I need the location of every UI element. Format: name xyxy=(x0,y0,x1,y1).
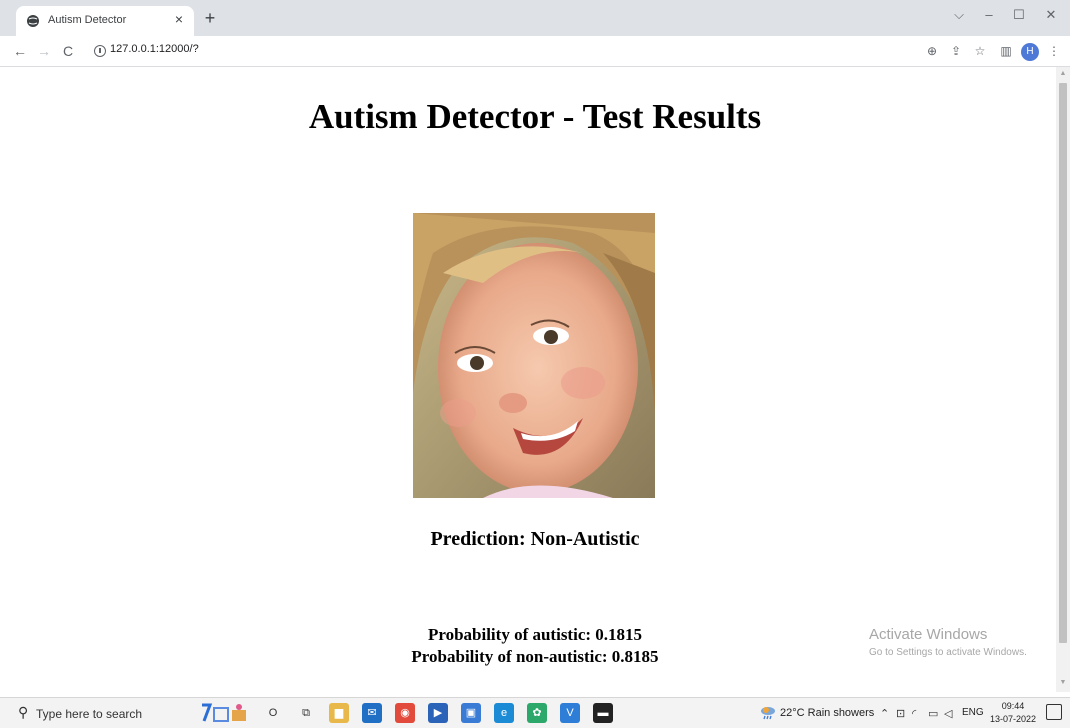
network-icon[interactable]: ⊡ xyxy=(896,707,905,720)
file-explorer-icon[interactable]: ▆ xyxy=(329,703,349,723)
watermark-line2: Go to Settings to activate Windows. xyxy=(869,647,1027,658)
scroll-up-arrow-icon[interactable]: ▲ xyxy=(1059,70,1067,78)
page-content: Autism Detector - Test Results Predictio… xyxy=(0,67,1056,692)
weather-text[interactable]: 22°C Rain showers xyxy=(780,707,874,719)
scroll-down-arrow-icon[interactable]: ▼ xyxy=(1059,679,1067,687)
language-indicator[interactable]: ENG xyxy=(962,707,984,718)
show-hidden-icons-icon[interactable]: ⌃ xyxy=(880,707,889,720)
news-interests-icon[interactable] xyxy=(196,702,254,724)
minimize-icon[interactable]: – xyxy=(974,4,1004,26)
forward-icon[interactable]: → xyxy=(34,41,54,61)
weather-rain-icon[interactable] xyxy=(760,704,776,720)
clock-time: 09:44 xyxy=(1001,701,1025,711)
store-icon[interactable]: ▣ xyxy=(461,703,481,723)
volume-icon[interactable]: ◁ xyxy=(944,707,952,720)
cortana-icon[interactable]: O xyxy=(263,703,283,723)
scrollbar-thumb[interactable] xyxy=(1059,83,1067,643)
activate-windows-watermark: Activate Windows Go to Settings to activ… xyxy=(869,626,1027,658)
vscode-icon[interactable]: V xyxy=(560,703,580,723)
tab-search-icon[interactable]: ⌵ xyxy=(944,4,974,26)
address-bar[interactable]: 127.0.0.1:12000/? xyxy=(86,40,916,62)
globe-icon xyxy=(27,15,39,27)
browser-toolbar: ← → C 127.0.0.1:12000/? ⊕ ⇪ ☆ ▥ H ⋮ xyxy=(0,36,1070,67)
battery-icon[interactable]: ▭ xyxy=(928,707,938,720)
tab-close-icon[interactable]: × xyxy=(170,10,188,28)
taskbar-search[interactable]: ⚲ Type here to search xyxy=(8,701,188,725)
side-panel-icon[interactable]: ▥ xyxy=(996,41,1016,61)
back-icon[interactable]: ← xyxy=(10,41,30,61)
terminal-icon[interactable]: ▬ xyxy=(593,703,613,723)
app-butterfly-icon[interactable]: ✿ xyxy=(527,703,547,723)
url-text: 127.0.0.1:12000/? xyxy=(110,43,199,55)
wifi-icon[interactable]: ◜ xyxy=(912,707,916,720)
edge-icon[interactable]: e xyxy=(494,703,514,723)
task-view-icon[interactable]: ⧉ xyxy=(296,703,316,723)
bookmark-star-icon[interactable]: ☆ xyxy=(970,41,990,61)
mail-icon[interactable]: ✉ xyxy=(362,703,382,723)
prediction-text: Prediction: Non-Autistic xyxy=(430,528,640,550)
child-face-photo xyxy=(413,213,655,498)
maximize-icon[interactable]: ☐ xyxy=(1004,4,1034,26)
windows-taskbar: ⚲ Type here to search O ⧉ ▆ ✉ ◉ ▶ ▣ e ✿ V ▬ 22°C R… xyxy=(0,697,1070,728)
close-window-icon[interactable]: ✕ xyxy=(1036,4,1066,26)
notification-center-icon[interactable] xyxy=(1046,704,1062,720)
taskbar-clock[interactable]: 09:44 13-07-2022 xyxy=(990,700,1036,726)
new-tab-icon[interactable]: + xyxy=(200,9,220,29)
chrome-icon[interactable]: ◉ xyxy=(395,703,415,723)
page-title: Autism Detector - Test Results xyxy=(308,97,762,136)
media-icon[interactable]: ▶ xyxy=(428,703,448,723)
menu-kebab-icon[interactable]: ⋮ xyxy=(1044,41,1064,61)
profile-avatar[interactable]: H xyxy=(1021,43,1039,61)
vertical-scrollbar[interactable]: ▲ ▼ xyxy=(1056,67,1070,692)
watermark-line1: Activate Windows xyxy=(869,626,988,643)
browser-tab[interactable]: Autism Detector × xyxy=(16,6,194,36)
share-icon[interactable]: ⇪ xyxy=(946,41,966,61)
clock-date: 13-07-2022 xyxy=(990,714,1037,724)
browser-tab-bar: Autism Detector × + ⌵ – ☐ ✕ xyxy=(0,0,1070,36)
tab-title: Autism Detector xyxy=(48,14,127,26)
search-placeholder: Type here to search xyxy=(36,707,143,721)
reload-icon[interactable]: C xyxy=(58,41,78,61)
zoom-icon[interactable]: ⊕ xyxy=(922,41,942,61)
site-info-icon[interactable] xyxy=(94,45,106,57)
search-icon: ⚲ xyxy=(18,704,29,720)
